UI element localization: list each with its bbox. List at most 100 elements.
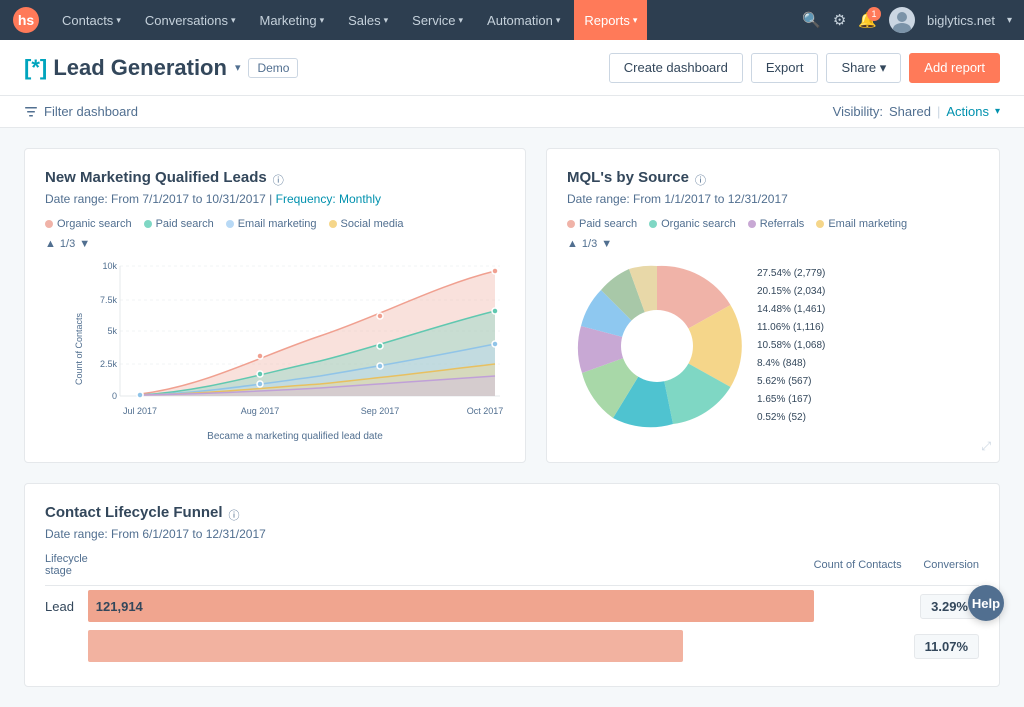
nav-service[interactable]: Service▾	[402, 0, 473, 40]
funnel-row-2: 11.07%	[45, 626, 979, 666]
empty-count	[814, 586, 914, 627]
legend-email: Email marketing	[226, 218, 317, 230]
pie-label-9: 0.52% (52)	[757, 409, 825, 427]
search-icon[interactable]: 🔍	[802, 11, 821, 29]
new-mql-legend: Organic search Paid search Email marketi…	[45, 218, 505, 230]
legend-dot-email	[226, 220, 234, 228]
filter-dashboard-button[interactable]: Filter dashboard	[24, 104, 138, 119]
add-report-button[interactable]: Add report	[909, 53, 1000, 83]
legend-email-mql: Email marketing	[816, 218, 907, 230]
actions-chevron[interactable]: ▾	[995, 106, 1000, 117]
stage-label-2	[45, 626, 88, 666]
new-mql-info-icon[interactable]: ⓘ	[273, 172, 284, 188]
actions-link[interactable]: Actions	[946, 104, 989, 119]
pie-label-1: 27.54% (2,779)	[757, 265, 825, 283]
legend-organic-search: Organic search	[649, 218, 736, 230]
share-button[interactable]: Share ▾	[826, 53, 901, 83]
funnel-subtitle: Date range: From 6/1/2017 to 12/31/2017	[45, 527, 979, 541]
svg-text:0: 0	[112, 391, 117, 401]
notifications[interactable]: 🔔 1	[858, 11, 877, 29]
legend-dot-referrals	[748, 220, 756, 228]
svg-text:hs: hs	[18, 12, 35, 28]
mql-source-card: MQL's by Source ⓘ Date range: From 1/1/2…	[546, 148, 1000, 463]
svg-text:10k: 10k	[102, 261, 117, 271]
svg-text:7.5k: 7.5k	[100, 295, 118, 305]
svg-text:Aug 2017: Aug 2017	[241, 406, 280, 416]
funnel-bar-2	[88, 630, 683, 662]
funnel-title: Contact Lifecycle Funnel	[45, 504, 223, 521]
count-2	[814, 626, 914, 666]
user-menu[interactable]: biglytics.net	[927, 13, 995, 28]
legend-organic: Organic search	[45, 218, 132, 230]
legend-social: Social media	[329, 218, 404, 230]
expand-icon[interactable]: ⤢	[981, 439, 991, 454]
pie-label-6: 8.4% (848)	[757, 355, 825, 373]
user-chevron[interactable]: ▾	[1007, 15, 1012, 26]
share-chevron: ▾	[880, 60, 887, 75]
pie-label-5: 10.58% (1,068)	[757, 337, 825, 355]
settings-icon[interactable]: ⚙	[833, 11, 846, 29]
create-dashboard-button[interactable]: Create dashboard	[609, 53, 743, 83]
col-conversion: Conversion	[914, 553, 979, 586]
new-mql-card: New Marketing Qualified Leads ⓘ Date ran…	[24, 148, 526, 463]
col-stage: Lifecycle stage	[45, 553, 88, 586]
svg-text:Jul 2017: Jul 2017	[123, 406, 157, 416]
svg-text:Oct 2017: Oct 2017	[467, 406, 504, 416]
pie-label-7: 5.62% (567)	[757, 373, 825, 391]
avatar[interactable]	[889, 7, 915, 33]
conversion-2: 11.07%	[914, 626, 979, 666]
pie-labels: 27.54% (2,779) 20.15% (2,034) 14.48% (1,…	[757, 265, 825, 427]
header-actions: Create dashboard Export Share ▾ Add repo…	[609, 53, 1000, 83]
nav-conversations[interactable]: Conversations▾	[135, 0, 246, 40]
pie-label-8: 1.65% (167)	[757, 391, 825, 409]
sort-up-icon[interactable]: ▲	[45, 238, 56, 250]
svg-text:2.5k: 2.5k	[100, 359, 118, 369]
y-axis-label: Count of Contacts	[74, 313, 84, 385]
notification-count: 1	[867, 7, 881, 21]
mql-source-info-icon[interactable]: ⓘ	[695, 172, 706, 188]
page-header: [*] Lead Generation ▾ Demo Create dashbo…	[0, 40, 1024, 96]
bracket-left: [*]	[24, 55, 47, 80]
funnel-info-icon[interactable]: ⓘ	[229, 507, 240, 523]
pie-label-3: 14.48% (1,461)	[757, 301, 825, 319]
filter-bar: Filter dashboard Visibility: Shared | Ac…	[0, 96, 1024, 128]
svg-text:Sep 2017: Sep 2017	[361, 406, 400, 416]
nav-automation[interactable]: Automation▾	[477, 0, 570, 40]
top-navigation: hs Contacts▾ Conversations▾ Marketing▾ S…	[0, 0, 1024, 40]
legend-dot-paid	[144, 220, 152, 228]
svg-text:5k: 5k	[107, 326, 117, 336]
visibility-info: Visibility: Shared | Actions ▾	[833, 104, 1000, 119]
pie-chart-container: 27.54% (2,779) 20.15% (2,034) 14.48% (1,…	[567, 256, 979, 436]
hubspot-logo[interactable]: hs	[12, 6, 40, 34]
nav-reports[interactable]: Reports▾	[574, 0, 647, 40]
page-title-group: [*] Lead Generation ▾ Demo	[24, 55, 298, 81]
funnel-bar-lead: 121,914	[88, 590, 814, 622]
funnel-row-lead: Lead 121,914 3.29%	[45, 586, 979, 627]
help-button[interactable]: Help	[968, 585, 1004, 621]
sort-down-icon[interactable]: ▼	[79, 238, 90, 250]
mql-source-title: MQL's by Source	[567, 169, 689, 186]
funnel-card: Contact Lifecycle Funnel ⓘ Date range: F…	[24, 483, 1000, 687]
x-axis-label: Became a marketing qualified lead date	[85, 431, 505, 442]
sort-label-mql: 1/3	[582, 238, 597, 250]
dashboard-row: New Marketing Qualified Leads ⓘ Date ran…	[24, 148, 1000, 463]
legend-paid: Paid search	[144, 218, 214, 230]
export-button[interactable]: Export	[751, 53, 819, 83]
legend-dot-organic	[45, 220, 53, 228]
line-chart: 10k 7.5k 5k 2.5k 0 Jul 2017 Aug 2017 Sep…	[85, 256, 505, 426]
demo-badge: Demo	[248, 58, 298, 78]
legend-referrals: Referrals	[748, 218, 805, 230]
title-dropdown[interactable]: ▾	[235, 61, 241, 74]
mql-source-legend: Paid search Organic search Referrals Ema…	[567, 218, 979, 230]
nav-contacts[interactable]: Contacts▾	[52, 0, 131, 40]
sort-down-icon-mql[interactable]: ▼	[601, 238, 612, 250]
new-mql-title: New Marketing Qualified Leads	[45, 169, 267, 186]
sort-up-icon-mql[interactable]: ▲	[567, 238, 578, 250]
legend-dot-email-mql	[816, 220, 824, 228]
pie-chart	[567, 256, 747, 436]
legend-dot-organic-search	[649, 220, 657, 228]
frequency-link[interactable]: Frequency: Monthly	[276, 192, 381, 206]
nav-sales[interactable]: Sales▾	[338, 0, 398, 40]
legend-dot-social	[329, 220, 337, 228]
nav-marketing[interactable]: Marketing▾	[249, 0, 334, 40]
